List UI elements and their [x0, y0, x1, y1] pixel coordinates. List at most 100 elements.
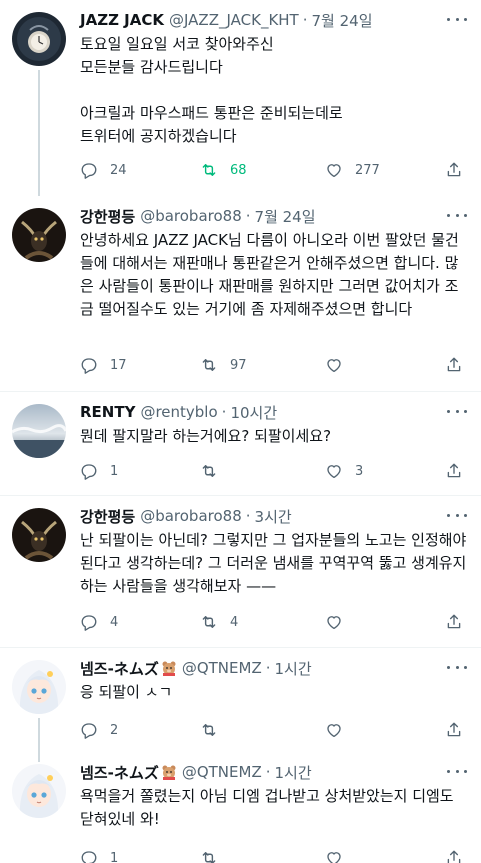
retweet-count: 68	[230, 162, 247, 178]
display-name[interactable]: 넴즈-ネムズ	[80, 658, 159, 679]
share-button[interactable]	[445, 353, 463, 377]
user-handle[interactable]: @JAZZ_JACK_KHT	[169, 11, 299, 29]
anime-girl-icon	[12, 660, 66, 714]
avatar[interactable]	[12, 764, 66, 818]
retweet-button[interactable]: 4	[200, 610, 238, 634]
share-icon	[447, 722, 461, 737]
heart-icon	[327, 724, 341, 738]
timestamp[interactable]: 7월 24일	[255, 206, 316, 227]
more-options-icon[interactable]	[447, 11, 467, 27]
retweet-button[interactable]: 68	[200, 158, 247, 182]
like-button[interactable]: 3	[325, 459, 363, 483]
user-handle[interactable]: @barobaro88	[140, 207, 242, 225]
retweet-button[interactable]	[200, 718, 230, 742]
like-button[interactable]	[325, 718, 355, 742]
reply-button[interactable]: 1	[80, 846, 118, 863]
reply-count: 17	[110, 357, 127, 373]
share-button[interactable]	[445, 846, 463, 863]
display-name[interactable]: 강한평등	[80, 206, 135, 227]
share-button[interactable]	[445, 158, 463, 182]
share-button[interactable]	[445, 718, 463, 742]
display-name[interactable]: 넴즈-ネムズ	[80, 762, 159, 783]
timestamp[interactable]: 3시간	[255, 506, 292, 527]
tweet-text: 난 되팔이는 아닌데? 그렇지만 그 업자분들의 노고는 인정해야된다고 생각하…	[80, 531, 467, 595]
reply-button[interactable]: 24	[80, 158, 127, 182]
dark-horned-figure-icon	[12, 208, 66, 262]
like-button[interactable]	[325, 610, 355, 634]
avatar[interactable]	[12, 508, 66, 562]
reply-button[interactable]: 4	[80, 610, 118, 634]
reply-count: 1	[110, 463, 119, 479]
reply-button[interactable]: 17	[80, 353, 127, 377]
user-handle[interactable]: @QTNEMZ	[182, 659, 262, 677]
tweet[interactable]: 강한평등 @barobaro88 · 3시간 난 되팔이는 아닌데? 그렇지만 …	[0, 496, 481, 648]
reply-count: 24	[110, 162, 127, 178]
heart-icon	[327, 359, 341, 373]
user-handle[interactable]: @rentyblo	[140, 403, 217, 421]
like-button[interactable]	[325, 353, 355, 377]
separator-dot: ·	[265, 763, 271, 781]
reply-button[interactable]: 1	[80, 459, 118, 483]
separator-dot: ·	[302, 11, 308, 29]
more-options-icon[interactable]	[447, 207, 467, 223]
share-button[interactable]	[445, 610, 463, 634]
timestamp[interactable]: 1시간	[275, 762, 312, 783]
display-name[interactable]: RENTY	[80, 403, 135, 421]
retweet-icon	[202, 164, 216, 176]
user-handle[interactable]: @barobaro88	[140, 507, 242, 525]
retweet-icon	[202, 724, 216, 736]
tweet-header: 넴즈-ネムズ @QTNEMZ · 1시간	[80, 761, 469, 783]
like-count: 3	[355, 463, 364, 479]
timestamp[interactable]: 10시간	[230, 402, 277, 423]
reply-button[interactable]: 2	[80, 718, 118, 742]
separator-dot: ·	[245, 507, 251, 525]
more-options-icon[interactable]	[447, 403, 467, 419]
thread-line	[38, 752, 40, 762]
reply-icon	[81, 615, 97, 631]
bear-emoji-icon	[162, 765, 176, 780]
avatar[interactable]	[12, 12, 66, 66]
separator-dot: ·	[245, 207, 251, 225]
display-name[interactable]: 강한평등	[80, 506, 135, 527]
display-name[interactable]: JAZZ JACK	[80, 11, 164, 29]
like-button[interactable]	[325, 846, 355, 863]
tweet-text: 욕먹을거 쫄렸는지 아님 디엠 겁나받고 상처받았는지 디엠도 닫혀있네 와!	[80, 787, 454, 828]
tweet[interactable]: JAZZ JACK @JAZZ_JACK_KHT · 7월 24일 토요일 일요…	[0, 0, 481, 196]
tweet-actions: 24 68 277	[80, 158, 470, 182]
retweet-count: 4	[230, 614, 239, 630]
like-count: 277	[355, 162, 380, 178]
thread-line	[38, 70, 40, 196]
heart-icon	[327, 465, 341, 479]
tweet[interactable]: RENTY @rentyblo · 10시간 뭔데 팔지말라 하는거에요? 되팔…	[0, 392, 481, 496]
like-button[interactable]: 277	[325, 158, 380, 182]
retweet-button[interactable]: 97	[200, 353, 247, 377]
heart-icon	[327, 852, 341, 863]
sky-landscape-icon	[12, 404, 66, 458]
tweet-header: JAZZ JACK @JAZZ_JACK_KHT · 7월 24일	[80, 9, 469, 31]
avatar[interactable]	[12, 208, 66, 262]
retweet-icon	[202, 616, 216, 628]
tweet[interactable]: 강한평등 @barobaro88 · 7월 24일 안녕하세요 JAZZ JAC…	[0, 196, 481, 392]
share-icon	[447, 357, 461, 372]
avatar[interactable]	[12, 660, 66, 714]
thread-line	[38, 718, 40, 752]
timestamp[interactable]: 1시간	[275, 658, 312, 679]
tweet[interactable]: 넴즈-ネムズ @QTNEMZ · 1시간 욕먹을거 쫄렸는지 아님 디엠 겁나받…	[0, 752, 481, 863]
tweet-text: 안녕하세요 JAZZ JACK님 다름이 아니오라 이번 팔았던 물건들에 대해…	[80, 231, 459, 318]
more-options-icon[interactable]	[447, 659, 467, 675]
tweet[interactable]: 넴즈-ネムズ @QTNEMZ · 1시간 응 되팔이 ㅅㄱ 2	[0, 648, 481, 752]
retweet-button[interactable]	[200, 846, 230, 863]
avatar[interactable]	[12, 404, 66, 458]
tweet-text: 토요일 일요일 서코 찾아와주신 모든분들 감사드립니다 아크릴과 마우스패드 …	[80, 35, 343, 145]
timestamp[interactable]: 7월 24일	[312, 10, 373, 31]
bear-emoji-icon	[162, 661, 176, 676]
reply-count: 2	[110, 722, 119, 738]
retweet-button[interactable]	[200, 459, 230, 483]
user-handle[interactable]: @QTNEMZ	[182, 763, 262, 781]
share-button[interactable]	[445, 459, 463, 483]
heart-icon	[327, 616, 341, 630]
more-options-icon[interactable]	[447, 507, 467, 523]
more-options-icon[interactable]	[447, 763, 467, 779]
retweet-icon	[202, 465, 216, 477]
share-icon	[447, 850, 461, 863]
